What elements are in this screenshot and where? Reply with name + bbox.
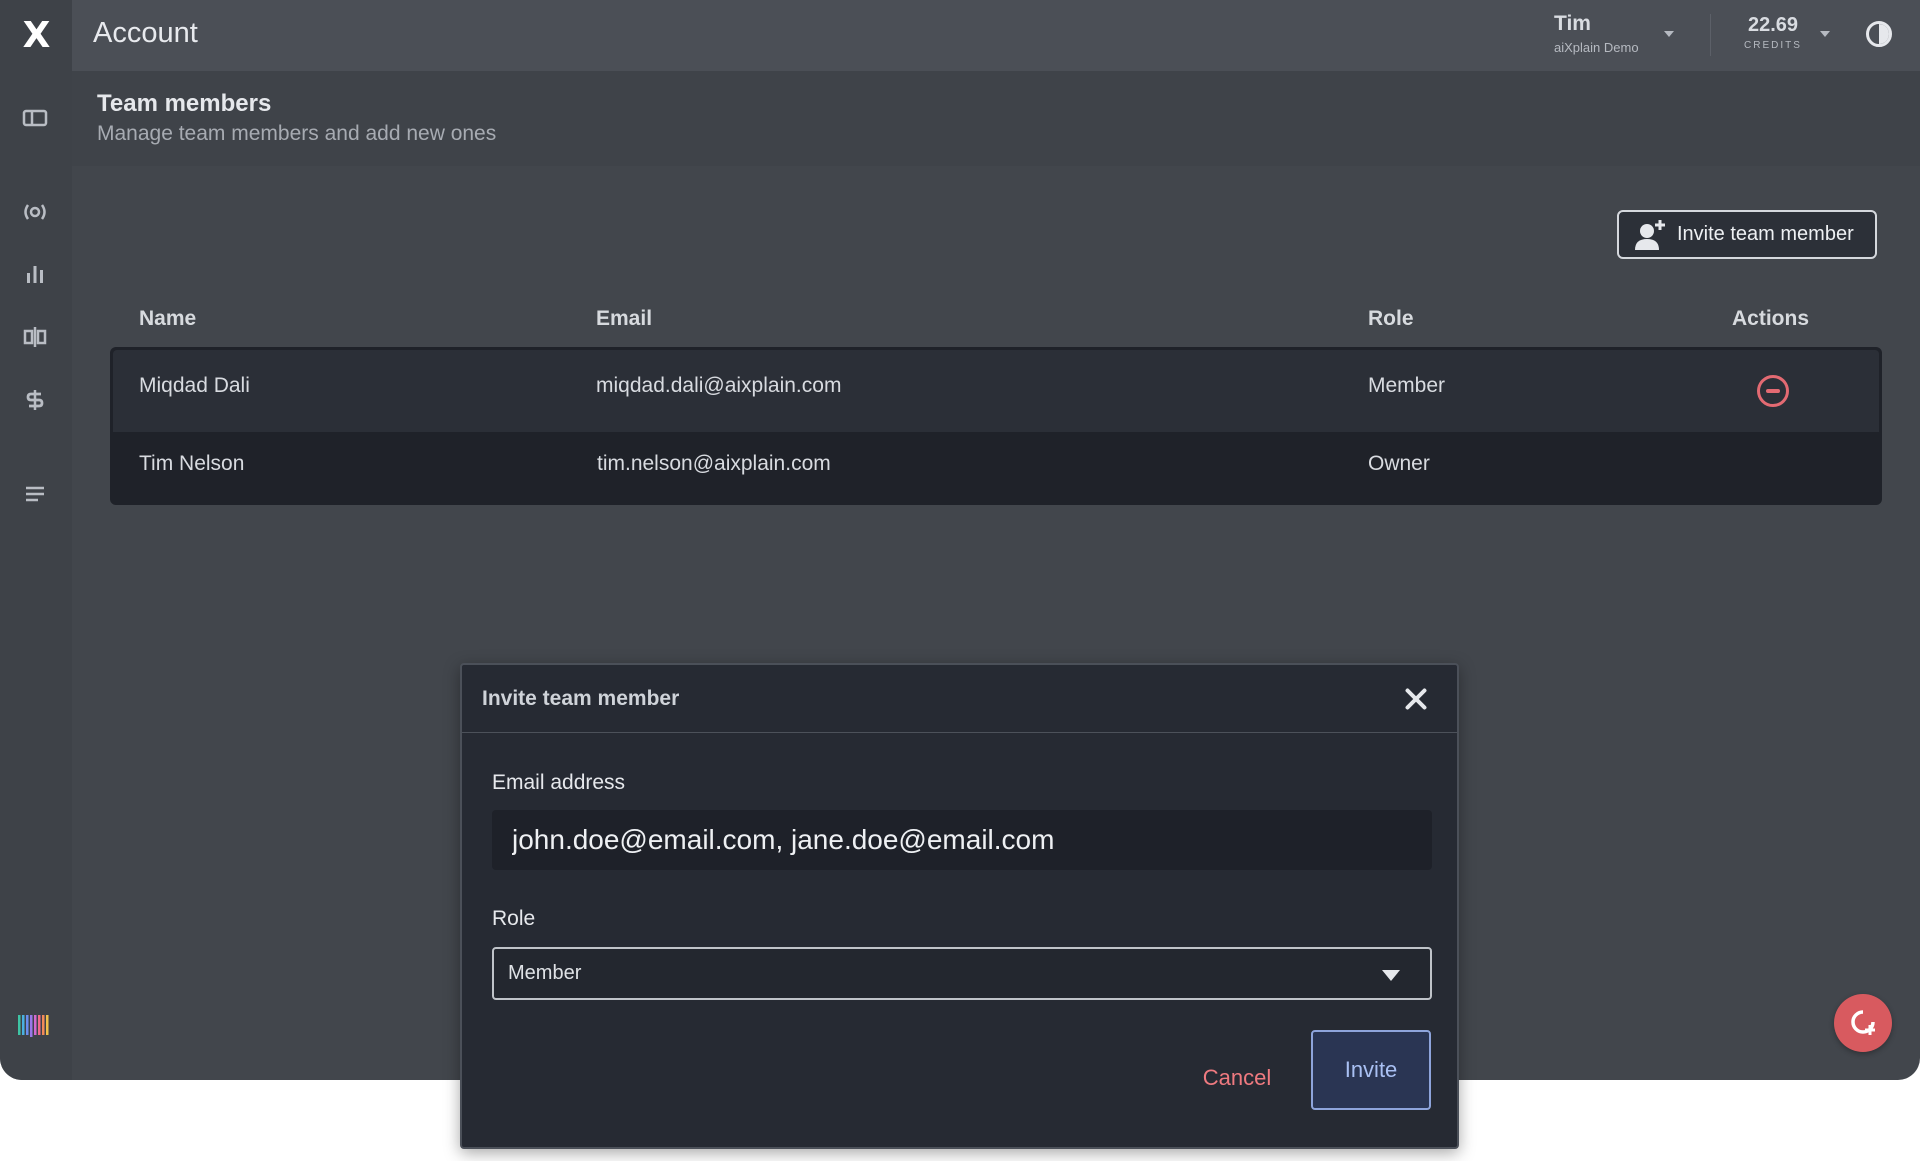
modal-title: Invite team member: [482, 687, 680, 710]
dashboard-icon[interactable]: [20, 103, 50, 133]
member-name: Tim Nelson: [139, 452, 245, 475]
cancel-button[interactable]: Cancel: [1182, 1053, 1292, 1103]
invite-button-label: Invite team member: [1677, 223, 1854, 245]
top-bar: X Account Tim aiXplain Demo 22.69 CREDIT…: [0, 0, 1920, 71]
modal-header: Invite team member: [462, 665, 1457, 733]
chat-plus-icon: [1851, 1010, 1875, 1035]
logo[interactable]: X: [0, 0, 72, 71]
page-subtitle: Manage team members and add new ones: [97, 122, 497, 145]
user-org: aiXplain Demo: [1554, 40, 1639, 55]
column-header-name[interactable]: Name: [139, 307, 196, 331]
page-header: Team members Manage team members and add…: [72, 71, 1920, 166]
add-user-icon: [1635, 219, 1665, 250]
sidebar: [0, 71, 72, 1080]
invite-button[interactable]: Invite: [1311, 1030, 1431, 1110]
role-label: Role: [492, 907, 536, 930]
email-label: Email address: [492, 771, 626, 794]
billing-icon[interactable]: [20, 385, 50, 415]
support-chat-button[interactable]: [1834, 994, 1892, 1052]
close-icon[interactable]: [1404, 687, 1428, 711]
chevron-down-icon[interactable]: [1820, 31, 1830, 37]
table-row[interactable]: Tim Nelson tim.nelson@aixplain.com Owner: [110, 432, 1882, 502]
member-role: Member: [1368, 374, 1446, 397]
column-header-email[interactable]: Email: [596, 307, 652, 331]
column-header-role[interactable]: Role: [1368, 307, 1414, 331]
email-field[interactable]: [492, 810, 1432, 870]
member-role: Owner: [1368, 452, 1430, 475]
member-email: tim.nelson@aixplain.com: [597, 452, 831, 475]
role-selected-value: Member: [508, 962, 582, 984]
credits-display[interactable]: 22.69 CREDITS: [1740, 14, 1806, 51]
member-email: miqdad.dali@aixplain.com: [596, 374, 842, 397]
column-header-actions: Actions: [1732, 307, 1810, 330]
credits-value: 22.69: [1747, 14, 1799, 36]
logo-text: X: [22, 15, 51, 56]
list-icon[interactable]: [20, 479, 50, 509]
divider: [1710, 14, 1711, 56]
caret-down-icon: [1382, 970, 1400, 981]
page-title: Team members: [97, 90, 272, 117]
invite-modal: Invite team member Email address Role Me…: [460, 663, 1459, 1149]
split-icon[interactable]: [20, 322, 50, 352]
theme-toggle-icon[interactable]: [1866, 21, 1892, 47]
members-table: Miqdad Dali miqdad.dali@aixplain.com Mem…: [110, 347, 1882, 505]
member-name: Miqdad Dali: [139, 374, 250, 397]
chevron-down-icon[interactable]: [1664, 31, 1674, 37]
user-menu[interactable]: Tim aiXplain Demo: [1554, 12, 1639, 55]
invite-team-member-button[interactable]: Invite team member: [1617, 210, 1877, 259]
role-select[interactable]: Member: [492, 947, 1432, 1000]
credits-label: CREDITS: [1744, 40, 1802, 51]
app-title: Account: [93, 17, 198, 49]
bar-chart-icon[interactable]: [20, 259, 50, 289]
remove-icon[interactable]: [1757, 375, 1789, 407]
user-name: Tim: [1554, 12, 1591, 35]
brand-bars-icon: [17, 1011, 53, 1041]
table-row[interactable]: Miqdad Dali miqdad.dali@aixplain.com Mem…: [113, 350, 1879, 432]
broadcast-icon[interactable]: [20, 197, 50, 227]
